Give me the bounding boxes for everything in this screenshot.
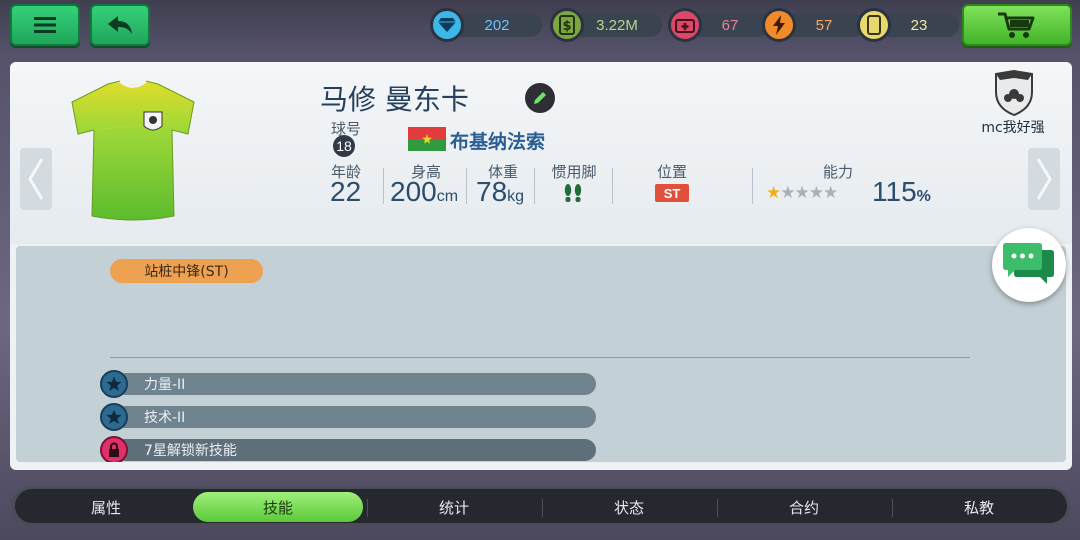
- player-name: 马修 曼东卡: [320, 83, 469, 116]
- divider: [534, 168, 535, 204]
- tab-contract[interactable]: 合约: [719, 492, 889, 522]
- chevron-left-icon: [28, 158, 44, 200]
- club-crest-icon: [995, 70, 1033, 116]
- card-icon: [857, 8, 891, 42]
- star-empty-icon: ★: [780, 183, 795, 203]
- divider: [466, 168, 467, 204]
- resource-diamond[interactable]: 202: [430, 8, 542, 42]
- divider: [542, 499, 543, 517]
- prev-player-button[interactable]: [20, 148, 52, 210]
- tab-coach[interactable]: 私教: [894, 492, 1064, 522]
- diamond-icon: [430, 8, 464, 42]
- next-player-button[interactable]: [1028, 148, 1060, 210]
- cards-count: 23: [879, 13, 959, 37]
- age-value: 22: [330, 176, 362, 207]
- club-name: mc我好强: [981, 120, 1045, 136]
- ability-stars: ★★★★★: [766, 183, 838, 203]
- lightning-icon: [762, 8, 796, 42]
- cash-count: 3.22M: [572, 13, 662, 37]
- skill-item[interactable]: 力量-II: [100, 370, 596, 398]
- pencil-icon: [534, 92, 546, 104]
- ability-label: 能力: [822, 163, 853, 181]
- divider: [383, 168, 384, 204]
- divider: [752, 168, 753, 204]
- back-arrow-icon: [108, 16, 132, 34]
- foot-label: 惯用脚: [551, 163, 597, 181]
- star-icon: [100, 403, 128, 431]
- top-bar: 202 $ 3.22M 67 57 23: [0, 0, 1080, 50]
- divider: [110, 357, 970, 358]
- shopping-cart-icon: [998, 12, 1035, 38]
- medkit-icon: [668, 8, 702, 42]
- star-empty-icon: ★: [794, 183, 810, 203]
- tab-stats[interactable]: 统计: [369, 492, 539, 522]
- chevron-right-icon: [1036, 158, 1052, 200]
- dollar-icon: $: [550, 8, 584, 42]
- edit-name-button[interactable]: [525, 83, 555, 113]
- height-value: 200cm: [390, 176, 459, 207]
- skill-item[interactable]: 技术-II: [100, 403, 596, 431]
- energy-count: 57: [784, 13, 864, 37]
- divider: [612, 168, 613, 204]
- role-badge: 站桩中锋(ST): [110, 259, 263, 283]
- shop-cart-button[interactable]: [962, 4, 1072, 46]
- position-badge: ST: [655, 184, 689, 202]
- footprint-icon: [564, 184, 582, 202]
- country-name: 布基纳法索: [450, 131, 546, 153]
- bottom-tab-bar: 属性 技能 统计 状态 合约 私教: [12, 486, 1070, 526]
- menu-icon: [34, 17, 56, 33]
- star-icon: [100, 370, 128, 398]
- skills-area: 站桩中锋(ST) 力量-II 技术-II 7星解锁新技能: [16, 246, 1066, 462]
- tab-skills[interactable]: 技能: [193, 492, 363, 522]
- skill-item-locked[interactable]: 7星解锁新技能: [100, 436, 596, 462]
- back-button[interactable]: [90, 4, 150, 46]
- svg-text:$: $: [562, 19, 571, 34]
- lock-icon: [100, 436, 128, 462]
- resource-cards[interactable]: 23: [857, 8, 969, 42]
- tab-status[interactable]: 状态: [544, 492, 714, 522]
- flag-icon: [408, 127, 446, 151]
- divider: [367, 499, 368, 517]
- weight-value: 78kg: [476, 176, 525, 207]
- skill-label: 技术-II: [114, 406, 596, 428]
- skill-label: 力量-II: [114, 373, 596, 395]
- skill-label: 7星解锁新技能: [114, 439, 596, 461]
- menu-button[interactable]: [10, 4, 80, 46]
- jersey-icon: [71, 80, 195, 221]
- star-empty-icon: ★: [823, 183, 838, 203]
- star-filled-icon: ★: [766, 183, 781, 203]
- tab-attributes[interactable]: 属性: [21, 492, 191, 522]
- divider: [717, 499, 718, 517]
- ability-value: 115%: [872, 176, 931, 207]
- jersey-number: 18: [333, 135, 355, 157]
- medkit-count: 67: [690, 13, 770, 37]
- chat-bubble-icon: [1003, 243, 1054, 284]
- position-label: 位置: [656, 163, 687, 181]
- diamond-count: 202: [452, 13, 542, 37]
- divider: [892, 499, 893, 517]
- chat-button[interactable]: [992, 228, 1066, 302]
- star-empty-icon: ★: [808, 183, 824, 203]
- resource-cash[interactable]: $ 3.22M: [550, 8, 662, 42]
